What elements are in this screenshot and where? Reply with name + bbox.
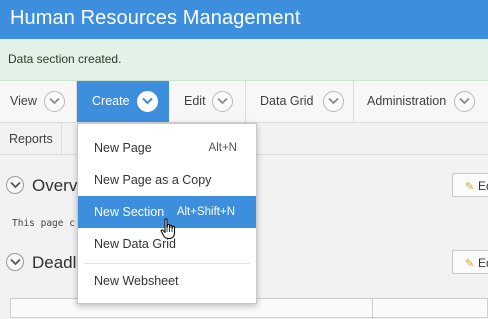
success-notification: Data section created. bbox=[0, 39, 488, 81]
notification-message: Data section created. bbox=[8, 52, 122, 66]
menu-edit[interactable]: Edit bbox=[170, 81, 246, 122]
reports-button[interactable]: Reports bbox=[0, 123, 62, 154]
deadlines-edit-button[interactable]: ✎ Ed bbox=[452, 250, 488, 274]
menu-view-label: View bbox=[10, 94, 37, 108]
chevron-down-icon[interactable] bbox=[44, 91, 65, 112]
overview-edit-label: Ed bbox=[478, 179, 488, 193]
menu-data-grid-label: Data Grid bbox=[260, 94, 314, 108]
menu-create-label: Create bbox=[92, 94, 130, 108]
menu-item-new-page-copy[interactable]: New Page as a Copy bbox=[78, 164, 256, 196]
menu-item-new-websheet[interactable]: New Websheet bbox=[78, 265, 256, 297]
menu-item-new-section-shortcut: Alt+Shift+N bbox=[176, 206, 235, 218]
app-title: Human Resources Management bbox=[10, 7, 301, 29]
chevron-down-icon[interactable] bbox=[323, 91, 344, 112]
hand-cursor-icon bbox=[160, 218, 178, 245]
chevron-down-icon[interactable] bbox=[137, 91, 158, 112]
menu-item-new-page-label: New Page bbox=[94, 141, 152, 155]
pencil-icon: ✎ bbox=[465, 181, 475, 193]
menu-edit-label: Edit bbox=[184, 94, 206, 108]
menu-item-new-page-copy-label: New Page as a Copy bbox=[94, 173, 212, 187]
reports-label: Reports bbox=[9, 132, 53, 146]
overview-region-title: Overvi bbox=[32, 176, 82, 195]
overview-body-text: This page c bbox=[12, 218, 75, 229]
menu-item-new-page[interactable]: New Page Alt+N bbox=[78, 132, 256, 164]
chevron-down-icon[interactable] bbox=[454, 91, 475, 112]
app-header: Human Resources Management bbox=[0, 0, 488, 39]
pencil-icon: ✎ bbox=[465, 258, 475, 270]
deadlines-edit-label: Ed bbox=[478, 256, 488, 270]
create-dropdown-menu: New Page Alt+N New Page as a Copy New Se… bbox=[77, 123, 257, 304]
menu-item-new-section-label: New Section bbox=[94, 205, 165, 219]
collapse-icon[interactable] bbox=[6, 176, 24, 194]
menu-item-new-page-shortcut: Alt+N bbox=[208, 142, 237, 154]
collapse-icon[interactable] bbox=[6, 253, 24, 271]
menu-administration[interactable]: Administration bbox=[354, 81, 488, 122]
menu-separator bbox=[84, 263, 250, 264]
chevron-down-icon[interactable] bbox=[212, 91, 233, 112]
menu-administration-label: Administration bbox=[367, 94, 447, 108]
menu-data-grid[interactable]: Data Grid bbox=[246, 81, 354, 122]
deadlines-region-title: Deadli bbox=[32, 253, 81, 272]
overview-edit-button[interactable]: ✎ Ed bbox=[452, 173, 488, 197]
menu-create[interactable]: Create bbox=[77, 81, 169, 122]
menu-view[interactable]: View bbox=[0, 81, 77, 122]
menu-item-new-websheet-label: New Websheet bbox=[94, 274, 179, 288]
menu-bar: View Create Edit Data Grid Administratio… bbox=[0, 81, 488, 123]
